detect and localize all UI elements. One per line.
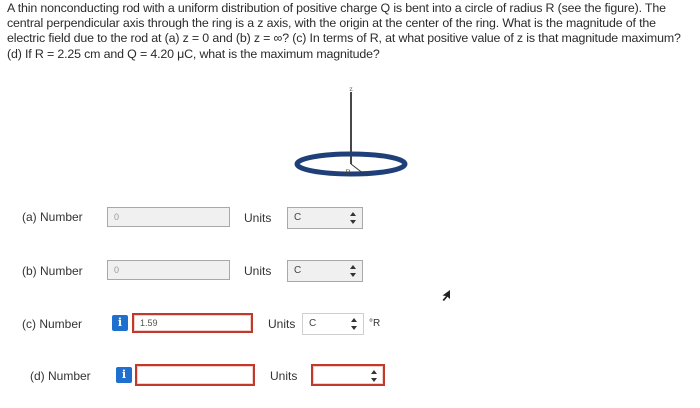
row-a-units-label: Units bbox=[244, 211, 272, 225]
updown-arrows-icon bbox=[350, 265, 356, 277]
z-axis-label: z bbox=[349, 86, 352, 93]
answer-a-input[interactable]: 0 bbox=[107, 207, 230, 227]
row-a-units-value: C bbox=[294, 212, 302, 223]
row-c-label: (c) Number bbox=[22, 317, 83, 331]
row-a-units-select[interactable]: C bbox=[287, 207, 363, 229]
info-icon[interactable]: i bbox=[116, 367, 132, 383]
answer-b-input[interactable]: 0 bbox=[107, 260, 230, 280]
row-d-units-label: Units bbox=[270, 369, 298, 383]
updown-arrows-icon bbox=[350, 212, 356, 224]
row-c-units-select[interactable]: C bbox=[302, 313, 364, 335]
mouse-cursor-icon bbox=[442, 290, 450, 301]
radius-label: R bbox=[344, 169, 351, 177]
row-d-label: (d) Number bbox=[30, 369, 91, 383]
row-b-units-value: C bbox=[294, 265, 302, 276]
row-d-units-select[interactable] bbox=[311, 364, 385, 386]
row-a-label: (a) Number bbox=[22, 210, 83, 224]
answer-d-input[interactable] bbox=[135, 364, 255, 386]
ring-figure: z R bbox=[294, 86, 408, 177]
row-b-label: (b) Number bbox=[22, 264, 83, 278]
info-icon[interactable]: i bbox=[112, 315, 128, 331]
row-b-units-select[interactable]: C bbox=[287, 260, 363, 282]
row-c-suffix: °R bbox=[369, 318, 381, 329]
problem-statement: A thin nonconducting rod with a uniform … bbox=[7, 1, 681, 61]
updown-arrows-icon bbox=[371, 370, 377, 382]
row-b-units-label: Units bbox=[244, 264, 272, 278]
answer-c-input[interactable]: 1.59 bbox=[132, 313, 253, 333]
row-c-units-label: Units bbox=[268, 317, 296, 331]
row-c-units-value: C bbox=[309, 318, 317, 329]
updown-arrows-icon bbox=[351, 318, 357, 330]
